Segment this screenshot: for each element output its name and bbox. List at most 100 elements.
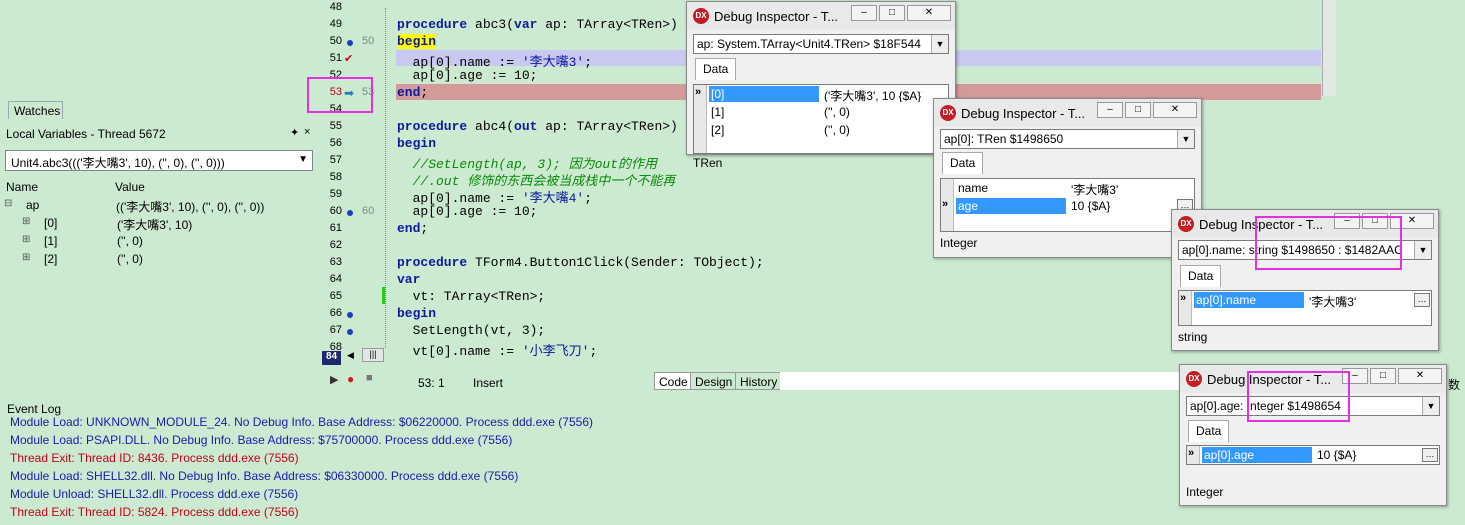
line-number[interactable]: 63 — [322, 256, 342, 268]
close-button[interactable]: ✕ — [907, 5, 951, 21]
inspector-data-grid[interactable]: name '李大嘴3'» age 10 {$A}… — [940, 178, 1195, 232]
code-line[interactable]: procedure abc3(var ap: TArray<TRen>) — [397, 17, 678, 32]
event-log-line[interactable]: Thread Exit: Thread ID: 5824. Process dd… — [10, 505, 299, 519]
run-icon[interactable]: ▶ — [330, 373, 338, 386]
inspector-field-name[interactable]: [2] — [709, 122, 819, 138]
tab-data[interactable]: Data — [1180, 265, 1222, 287]
tree-row[interactable]: ⊞ [2] ('', 0) — [0, 250, 318, 268]
close-button[interactable]: ✕ — [1398, 368, 1442, 384]
chevron-down-icon[interactable]: ▼ — [298, 154, 308, 165]
line-number[interactable]: 58 — [322, 171, 342, 183]
stack-frame-combo[interactable]: Unit4.abc3((('李大嘴3', 10), ('', 0), ('', … — [5, 150, 313, 171]
ellipsis-button[interactable]: … — [1414, 293, 1430, 307]
debug-inspector-window-1[interactable]: DX Debug Inspector - T... – □ ✕ ap: System.TA… — [686, 1, 956, 170]
maximize-button[interactable]: □ — [1125, 102, 1151, 118]
maximize-button[interactable]: □ — [879, 5, 905, 21]
tab-data[interactable]: Data — [695, 58, 737, 80]
code-line[interactable]: begin — [397, 306, 436, 321]
line-number[interactable]: 51 — [322, 52, 342, 64]
event-log-line[interactable]: Module Load: UNKNOWN_MODULE_24. No Debug… — [10, 415, 593, 429]
inspector-data-grid[interactable]: » [0] ('李大嘴3', 10 {$A}) [1] ('', 0) [2] ('', 0… — [693, 84, 949, 154]
inspector-field-value[interactable]: '李大嘴3' — [1069, 180, 1168, 196]
code-line[interactable]: end; — [397, 221, 428, 236]
inspector-field-name[interactable]: ap[0].name — [1194, 292, 1304, 308]
expand-icon[interactable]: ⊞ — [22, 234, 30, 245]
line-number[interactable]: 64 — [322, 273, 342, 285]
tree-row[interactable]: ⊞ [0] ('李大嘴3', 10) — [0, 214, 318, 232]
code-line[interactable]: SetLength(vt, 3); — [397, 323, 546, 338]
line-number[interactable]: 55 — [322, 120, 342, 132]
tab-code[interactable]: Code — [654, 372, 693, 390]
column-header-name[interactable]: Name — [6, 180, 38, 194]
line-number[interactable]: 65 — [322, 290, 342, 302]
chevron-down-icon[interactable]: ▼ — [931, 35, 948, 53]
code-line[interactable]: ap[0].age := 10; — [397, 68, 538, 83]
inspector-field-value[interactable]: '李大嘴3' — [1307, 292, 1405, 308]
column-header-value[interactable]: Value — [115, 180, 145, 194]
inspector-field-value[interactable]: 10 {$A} — [1069, 198, 1168, 214]
breakpoint-dot-icon[interactable] — [347, 40, 353, 46]
line-number[interactable]: 59 — [322, 188, 342, 200]
horizontal-scroll-thumb[interactable]: ||| — [362, 348, 384, 362]
breakpoint-dot-icon[interactable] — [347, 329, 353, 335]
scroll-left-icon[interactable]: ◀ — [347, 350, 354, 361]
line-number[interactable]: 56 — [322, 137, 342, 149]
record-icon[interactable]: ● — [347, 372, 354, 386]
watches-tab[interactable]: Watches — [8, 101, 63, 119]
ellipsis-button[interactable]: … — [1422, 448, 1438, 462]
line-number[interactable]: 67 — [322, 324, 342, 336]
inspector-field-name[interactable]: [0] — [709, 86, 819, 102]
code-line[interactable]: vt: TArray<TRen>; — [397, 289, 546, 304]
tree-row[interactable]: ⊞ [1] ('', 0) — [0, 232, 318, 250]
code-line[interactable]: vt[0].name := '小李飞刀'; — [397, 340, 598, 359]
inspector-field-value[interactable]: 10 {$A} — [1315, 447, 1413, 463]
breakpoint-dot-icon[interactable] — [347, 210, 353, 216]
close-button[interactable]: ✕ — [1153, 102, 1197, 118]
inspector-title-bar[interactable]: DX Debug Inspector - T... – □ ✕ — [687, 2, 955, 30]
inspector-field-name[interactable]: age — [956, 198, 1066, 214]
inspector-data-grid[interactable]: » ap[0].age 10 {$A}… — [1186, 445, 1440, 465]
event-log-line[interactable]: Module Unload: SHELL32.dll. Process ddd.… — [10, 487, 298, 501]
line-number[interactable]: 66 — [322, 307, 342, 319]
inspector-title-bar[interactable]: DX Debug Inspector - T... – □ ✕ — [934, 99, 1201, 127]
code-line[interactable]: procedure TForm4.Button1Click(Sender: TO… — [397, 255, 764, 270]
line-number[interactable]: 61 — [322, 222, 342, 234]
code-line[interactable]: procedure abc4(out ap: TArray<TRen>) — [397, 119, 678, 134]
inspector-field-value[interactable]: ('', 0) — [822, 104, 922, 120]
editor-vertical-scrollbar[interactable] — [1322, 0, 1336, 96]
debug-inspector-window-2[interactable]: DX Debug Inspector - T... – □ ✕ ap[0]: TRen $… — [933, 98, 1202, 258]
close-icon[interactable]: × — [304, 126, 310, 138]
code-line[interactable]: ap[0].age := 10; — [397, 204, 538, 219]
code-line[interactable]: end; — [397, 85, 428, 100]
pin-icon[interactable]: ✦ — [290, 126, 299, 139]
breakpoint-check-icon[interactable]: ✔ — [344, 52, 353, 65]
tab-design[interactable]: Design — [690, 372, 738, 390]
line-number[interactable]: 50 — [322, 35, 342, 47]
tree-row[interactable]: ⊟ ap (('李大嘴3', 10), ('', 0), ('', 0)) — [0, 196, 318, 214]
code-line[interactable]: begin — [397, 136, 436, 151]
minimize-button[interactable]: – — [1097, 102, 1123, 118]
maximize-button[interactable]: □ — [1370, 368, 1396, 384]
event-log-line[interactable]: Thread Exit: Thread ID: 8436. Process dd… — [10, 451, 299, 465]
chevron-down-icon[interactable]: ▼ — [1422, 397, 1439, 415]
line-number[interactable]: 57 — [322, 154, 342, 166]
minimize-button[interactable]: – — [851, 5, 877, 21]
line-number[interactable]: 62 — [322, 239, 342, 251]
tab-data[interactable]: Data — [942, 152, 984, 174]
inspector-field-name[interactable]: ap[0].age — [1202, 447, 1312, 463]
line-number[interactable]: 49 — [322, 18, 342, 30]
inspector-field-value[interactable]: ('李大嘴3', 10 {$A}) — [822, 86, 922, 102]
chevron-down-icon[interactable]: ▼ — [1414, 241, 1431, 259]
inspector-data-grid[interactable]: » ap[0].name '李大嘴3'… — [1178, 290, 1432, 326]
inspector-field-value[interactable]: ('', 0) — [822, 122, 922, 138]
line-number[interactable]: 48 — [322, 1, 342, 13]
chevron-down-icon[interactable]: ▼ — [1177, 130, 1194, 148]
expand-icon[interactable]: ⊞ — [22, 216, 30, 227]
expand-icon[interactable]: ⊞ — [22, 252, 30, 263]
collapse-icon[interactable]: ⊟ — [4, 198, 12, 209]
stop-icon[interactable]: ■ — [366, 372, 373, 384]
code-line[interactable]: var — [397, 272, 420, 287]
code-line[interactable]: begin — [397, 34, 437, 49]
inspector-expression-combo[interactable]: ap: System.TArray<Unit4.TRen> $18F544 ▼ — [693, 34, 949, 54]
event-log-line[interactable]: Module Load: PSAPI.DLL. No Debug Info. B… — [10, 433, 512, 447]
